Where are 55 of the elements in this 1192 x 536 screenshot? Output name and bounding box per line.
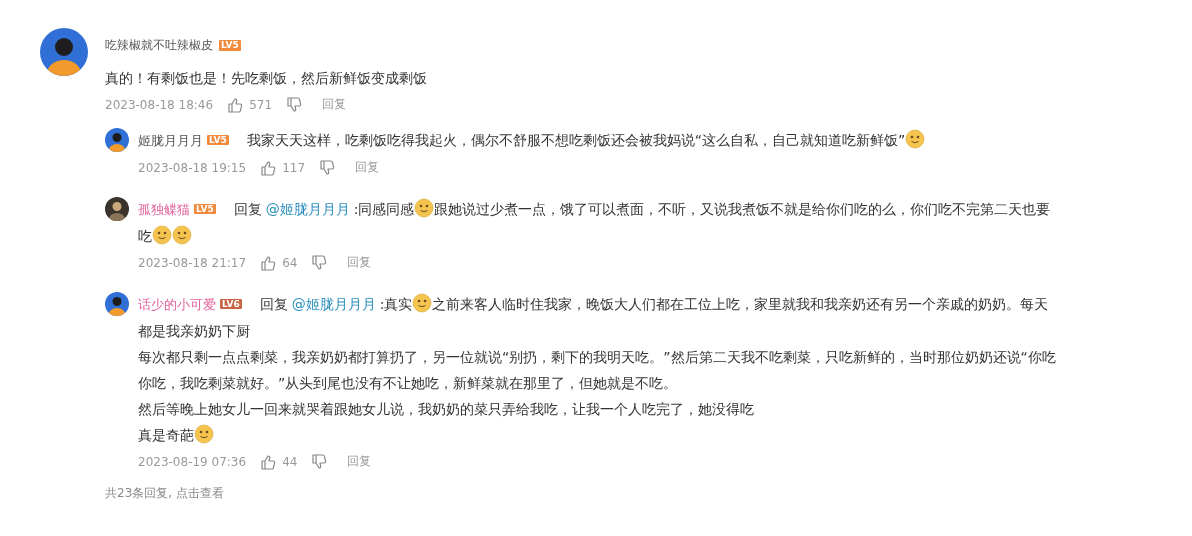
like-icon[interactable] [227, 96, 244, 113]
emoji-icon [172, 225, 192, 245]
timestamp: 2023-08-18 21:17 [138, 255, 247, 270]
more-replies-link[interactable]: 共23条回复, 点击查看 [0, 470, 1192, 502]
like-icon[interactable] [260, 453, 277, 470]
reply-button[interactable]: 回复 [322, 96, 347, 113]
mention-link[interactable]: @姬胧月月月 [291, 296, 376, 312]
avatar[interactable] [105, 292, 129, 316]
mention-link[interactable]: @姬胧月月月 [265, 201, 350, 217]
reply-button[interactable]: 回复 [347, 254, 372, 271]
emoji-icon [905, 129, 926, 149]
level-badge: LV5 [207, 135, 229, 145]
like-count: 117 [282, 160, 306, 175]
comment-text: 吃 [138, 228, 152, 244]
like-icon[interactable] [260, 254, 277, 271]
dislike-icon[interactable] [311, 453, 328, 470]
username[interactable]: 吃辣椒就不吐辣椒皮 [105, 37, 213, 54]
emoji-icon [412, 293, 433, 313]
avatar[interactable] [40, 28, 88, 76]
avatar[interactable] [105, 128, 129, 152]
comment-text: 真是奇葩 [138, 427, 194, 443]
dislike-icon[interactable] [286, 96, 303, 113]
comment-text: 回复 [259, 296, 288, 312]
timestamp: 2023-08-19 07:36 [138, 454, 247, 469]
dislike-icon[interactable] [311, 254, 328, 271]
reply-button[interactable]: 回复 [347, 453, 372, 470]
level-badge: LV5 [194, 204, 216, 214]
comment-text: 之前来客人临时住我家，晚饭大人们都在工位上吃，家里就我和我亲奶还有另一个亲戚的奶奶。每天 [432, 296, 1049, 312]
comment-text: 都是我亲奶奶下厨 [138, 323, 250, 339]
like-count: 44 [282, 454, 298, 469]
reply-button[interactable]: 回复 [355, 159, 380, 176]
timestamp: 2023-08-18 18:46 [105, 97, 214, 112]
emoji-icon [152, 225, 172, 245]
comment-text: 每次都只剩一点点剩菜，我亲奶奶都打算扔了，另一位就说“别扔，剩下的我明天吃。”然后第二天我不吃剩菜，只吃新鲜的，当时那位奶奶还说“你吃 [138, 349, 1056, 365]
like-count: 64 [282, 255, 298, 270]
emoji-icon [194, 424, 214, 444]
timestamp: 2023-08-18 19:15 [138, 160, 247, 175]
comment-text: :真实 [379, 296, 413, 312]
comment-text: 跟她说过少煮一点，饿了可以煮面，不听，又说我煮饭不就是给你们吃的么，你们吃不完第二天也要 [434, 201, 1051, 217]
comment-text: 回复 [233, 201, 262, 217]
like-count: 571 [249, 97, 273, 112]
level-badge: LV6 [220, 299, 242, 309]
username[interactable]: 姬胧月月月 [138, 133, 203, 148]
comment-text: 真的！有剩饭也是！先吃剩饭，然后新鲜饭变成剩饭 [105, 70, 427, 86]
dislike-icon[interactable] [319, 159, 336, 176]
emoji-icon [414, 198, 435, 218]
username[interactable]: 孤独鲽猫 [138, 202, 190, 217]
comment-text: 我家天天这样，吃剩饭吃得我起火，偶尔不舒服不想吃剩饭还会被我妈说“这么自私，自己就知道吃新鲜饭” [246, 132, 906, 148]
comment-text: :同感同感 [353, 201, 415, 217]
level-badge: LV5 [219, 40, 241, 51]
avatar[interactable] [105, 197, 129, 221]
like-icon[interactable] [260, 159, 277, 176]
username[interactable]: 话少的小可爱 [138, 297, 216, 312]
comment-text: 你吃，我吃剩菜就好。”从头到尾也没有不让她吃，新鲜菜就在那里了，但她就是不吃。 [138, 375, 678, 391]
comment-text: 然后等晚上她女儿一回来就哭着跟她女儿说，我奶奶的菜只弄给我吃，让我一个人吃完了，她没得吃 [138, 401, 754, 417]
